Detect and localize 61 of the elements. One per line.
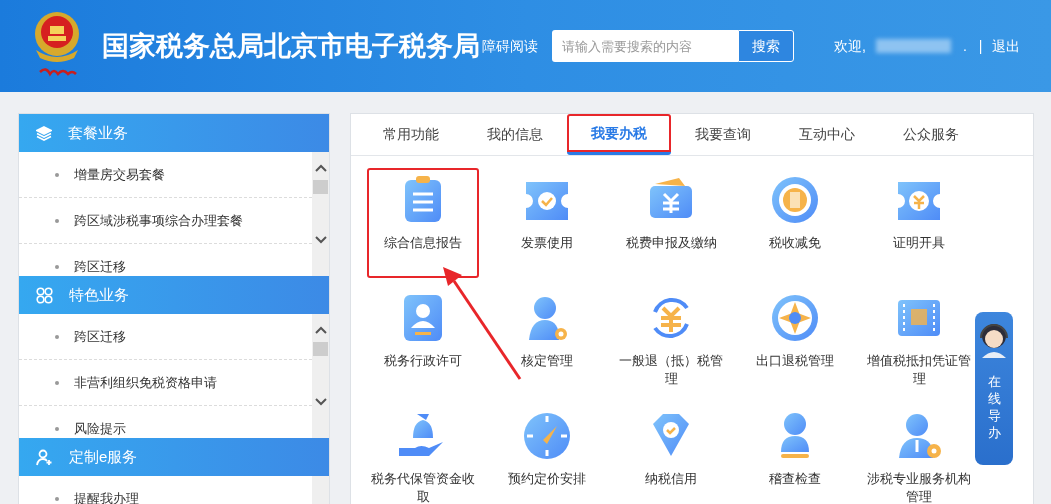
service-icon: [521, 410, 573, 462]
scrollbar[interactable]: [312, 476, 329, 504]
bullet-icon: [55, 496, 59, 501]
service-tile[interactable]: 税务行政许可: [367, 286, 479, 396]
service-tile[interactable]: 税收减免: [739, 168, 851, 278]
sidebar-item-label: 跨区迁移: [74, 327, 126, 346]
service-tile[interactable]: 税费申报及缴纳: [615, 168, 727, 278]
scrollbar-thumb[interactable]: [313, 342, 328, 356]
service-tile[interactable]: 出口退税管理: [739, 286, 851, 396]
tab[interactable]: 互动中心: [775, 114, 879, 155]
sidebar-item-label: 增量房交易套餐: [74, 165, 165, 184]
chevron-down-icon[interactable]: [314, 236, 327, 244]
section-title: 定制e服务: [69, 446, 138, 467]
service-tile[interactable]: 税务代保管资金收取: [367, 404, 479, 504]
tab[interactable]: 常用功能: [359, 114, 463, 155]
service-tile[interactable]: 综合信息报告: [367, 168, 479, 278]
online-guide-label: 在线导办: [987, 374, 1001, 442]
service-tile[interactable]: 纳税信用: [615, 404, 727, 504]
service-tile[interactable]: 增值税抵扣凭证管理: [863, 286, 975, 396]
bullet-icon: [55, 380, 59, 385]
tab[interactable]: 公众服务: [879, 114, 983, 155]
separator: |: [978, 36, 983, 56]
user-add-icon: [36, 448, 53, 466]
tab[interactable]: 我要办税: [567, 114, 671, 155]
service-tile[interactable]: 发票使用: [491, 168, 603, 278]
sidebar-item-label: 提醒我办理: [74, 489, 139, 504]
chevron-up-icon[interactable]: [314, 326, 327, 334]
chevron-up-icon[interactable]: [314, 164, 327, 172]
service-icon: [769, 292, 821, 344]
sidebar-item-label: 非营利组织免税资格申请: [74, 373, 217, 392]
service-tile[interactable]: 预约定价安排: [491, 404, 603, 504]
search-button[interactable]: 搜索: [738, 30, 794, 62]
service-tile[interactable]: 稽查检查: [739, 404, 851, 504]
sidebar-item-label: 跨区迁移: [74, 257, 126, 276]
service-tile[interactable]: 一般退（抵）税管理: [615, 286, 727, 396]
username-suffix: .: [962, 36, 967, 56]
site-title: 国家税务总局北京市电子税务局: [102, 29, 480, 63]
tab[interactable]: 我要查询: [671, 114, 775, 155]
search-field[interactable]: 请输入需要搜索的内容: [552, 30, 738, 62]
service-icon: [769, 174, 821, 226]
layers-icon: [36, 125, 52, 141]
bullet-icon: [55, 264, 59, 269]
bullet-icon: [55, 172, 59, 177]
bullet-icon: [55, 334, 59, 339]
scrollbar[interactable]: [312, 152, 329, 276]
service-tile[interactable]: 涉税专业服务机构管理: [863, 404, 975, 504]
chevron-down-icon[interactable]: [314, 398, 327, 406]
service-tile[interactable]: 证明开具: [863, 168, 975, 278]
online-guide-widget[interactable]: 在线导办: [975, 312, 1013, 465]
scrollbar[interactable]: [312, 314, 329, 438]
welcome-text: 欢迎,: [834, 36, 866, 56]
tab[interactable]: 我的信息: [463, 114, 567, 155]
section-title: 特色业务: [69, 284, 129, 305]
service-tile[interactable]: 核定管理: [491, 286, 603, 396]
sidebar-item-label: 跨区域涉税事项综合办理套餐: [74, 211, 243, 230]
section-title: 套餐业务: [68, 122, 128, 143]
scrollbar-thumb[interactable]: [313, 180, 328, 194]
four-circles-icon: [36, 286, 53, 304]
bullet-icon: [55, 218, 59, 223]
sidebar-item-label: 风险提示: [74, 419, 126, 438]
bullet-icon: [55, 426, 59, 431]
